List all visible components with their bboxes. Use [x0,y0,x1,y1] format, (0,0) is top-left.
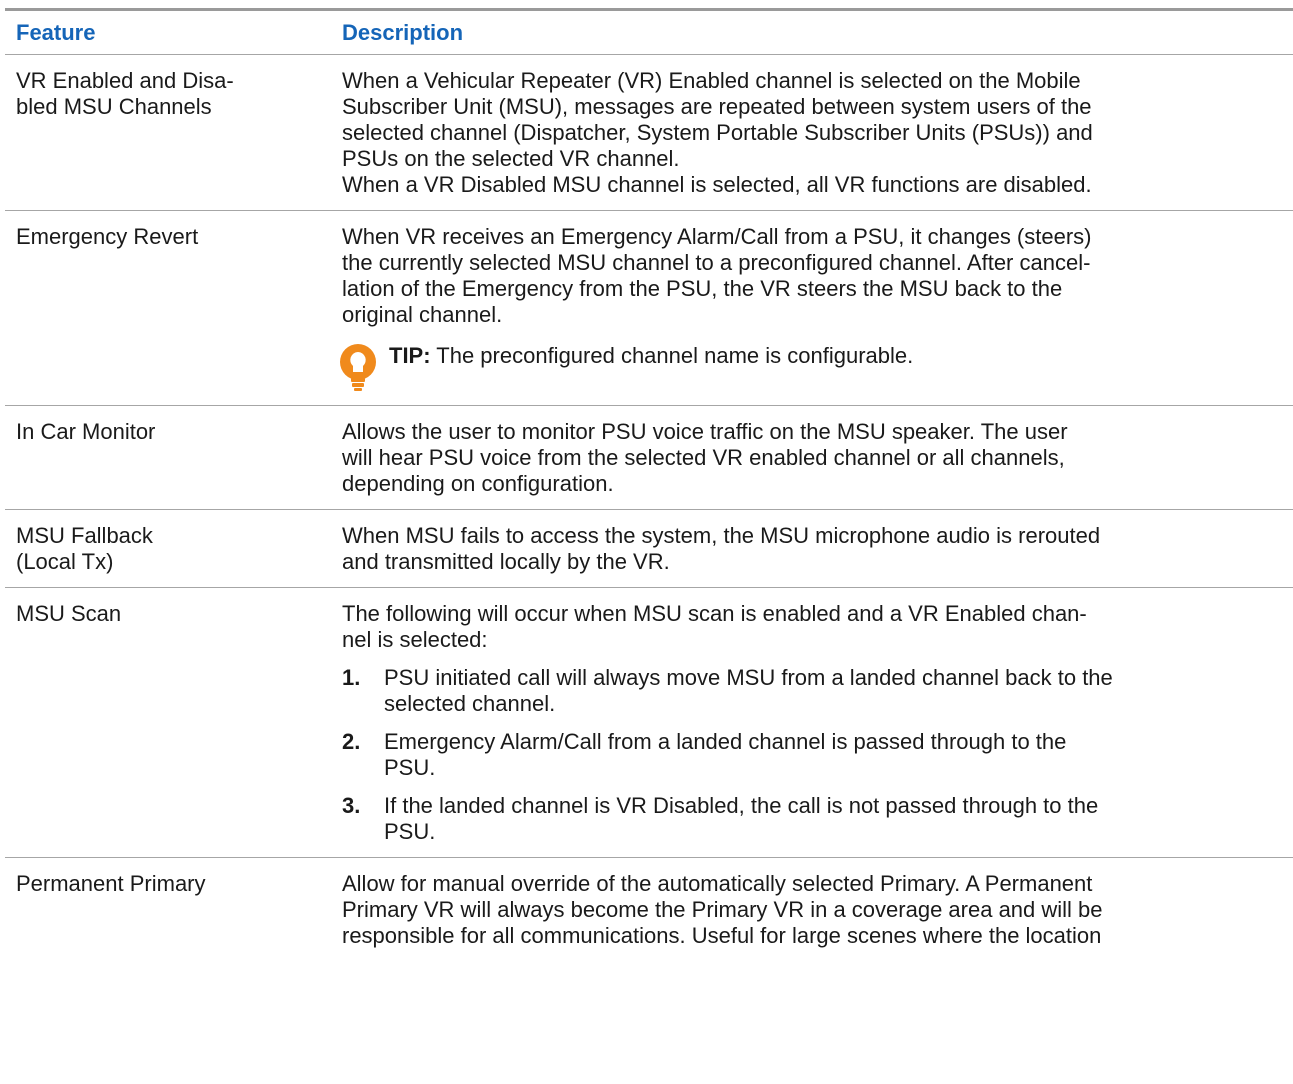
description-line: When VR receives an Emergency Alarm/Call… [342,224,1092,249]
description-line: Allows the user to monitor PSU voice tra… [342,419,1068,444]
list-line: Emergency Alarm/Call from a landed chann… [384,729,1067,754]
header-description: Description [342,19,464,45]
description-line: Allow for manual override of the automat… [342,871,1093,896]
description-line: PSUs on the selected VR channel. [342,146,680,171]
feature-cell: VR Enabled and Disa- bled MSU Channels [5,55,342,210]
table-row: VR Enabled and Disa- bled MSU Channels W… [5,55,1293,211]
description-line: When a Vehicular Repeater (VR) Enabled c… [342,68,1081,93]
feature-line: MSU Fallback [16,523,153,548]
list-text: If the landed channel is VR Disabled, th… [384,793,1283,845]
description-line: Primary VR will always become the Primar… [342,897,1103,922]
tip-body: The preconfigured channel name is config… [430,343,914,368]
list-line: PSU initiated call will always move MSU … [384,665,1113,690]
description-cell: Allows the user to monitor PSU voice tra… [342,406,1293,509]
tip-label: TIP: [389,343,431,368]
feature-cell: MSU Scan [5,588,342,857]
list-number: 3. [342,793,361,818]
list-text: PSU initiated call will always move MSU … [384,665,1283,717]
table-row: MSU Fallback (Local Tx) When MSU fails t… [5,510,1293,588]
description-line: nel is selected: [342,627,488,652]
description-cell: When a Vehicular Repeater (VR) Enabled c… [342,55,1293,210]
list-item: 3. If the landed channel is VR Disabled,… [342,793,1283,845]
description-cell: When MSU fails to access the system, the… [342,510,1293,587]
list-line: PSU. [384,819,436,844]
description-line: depending on configuration. [342,471,614,496]
list-number: 2. [342,729,361,754]
list-intro: The following will occur when MSU scan i… [342,601,1283,653]
feature-line: Emergency Revert [16,224,199,249]
lightbulb-icon [340,344,376,391]
description-cell: The following will occur when MSU scan i… [342,588,1293,857]
table-row: MSU Scan The following will occur when M… [5,588,1293,858]
feature-cell: In Car Monitor [5,406,342,509]
description-line: responsible for all communications. Usef… [342,923,1102,948]
table-row: In Car Monitor Allows the user to monito… [5,406,1293,510]
tip-note: TIP: The preconfigured channel name is c… [340,341,1283,393]
list-line: selected channel. [384,691,556,716]
feature-cell: MSU Fallback (Local Tx) [5,510,342,587]
description-line: Subscriber Unit (MSU), messages are repe… [342,94,1092,119]
description-line: When MSU fails to access the system, the… [342,523,1101,548]
list-item: 1. PSU initiated call will always move M… [342,665,1283,717]
feature-line: Permanent Primary [16,871,206,896]
description-line: The following will occur when MSU scan i… [342,601,1087,626]
feature-line: bled MSU Channels [16,94,212,119]
table-row: Emergency Revert When VR receives an Eme… [5,211,1293,406]
list-line: If the landed channel is VR Disabled, th… [384,793,1099,818]
numbered-list: 1. PSU initiated call will always move M… [342,665,1283,845]
description-line: original channel. [342,302,503,327]
description-line: will hear PSU voice from the selected VR… [342,445,1065,470]
feature-line: MSU Scan [16,601,122,626]
description-cell: When VR receives an Emergency Alarm/Call… [340,211,1293,405]
feature-cell: Emergency Revert [5,211,342,405]
feature-cell: Permanent Primary [5,858,342,961]
tip-text: TIP: The preconfigured channel name is c… [389,341,913,369]
feature-table: Feature Description VR Enabled and Disa-… [5,8,1293,961]
header-feature: Feature [16,19,96,45]
list-item: 2. Emergency Alarm/Call from a landed ch… [342,729,1283,781]
description-line: and transmitted locally by the VR. [342,549,670,574]
feature-line: VR Enabled and Disa- [16,68,234,93]
list-number: 1. [342,665,361,690]
list-line: PSU. [384,755,436,780]
table-row: Permanent Primary Allow for manual overr… [5,858,1293,961]
list-text: Emergency Alarm/Call from a landed chann… [384,729,1283,781]
table-header-row: Feature Description [5,11,1293,55]
description-cell: Allow for manual override of the automat… [342,858,1293,961]
description-line: When a VR Disabled MSU channel is select… [342,172,1092,197]
feature-line: In Car Monitor [16,419,156,444]
description-line: the currently selected MSU channel to a … [342,250,1091,275]
description-line: selected channel (Dispatcher, System Por… [342,120,1093,145]
description-line: lation of the Emergency from the PSU, th… [342,276,1063,301]
feature-line: (Local Tx) [16,549,114,574]
